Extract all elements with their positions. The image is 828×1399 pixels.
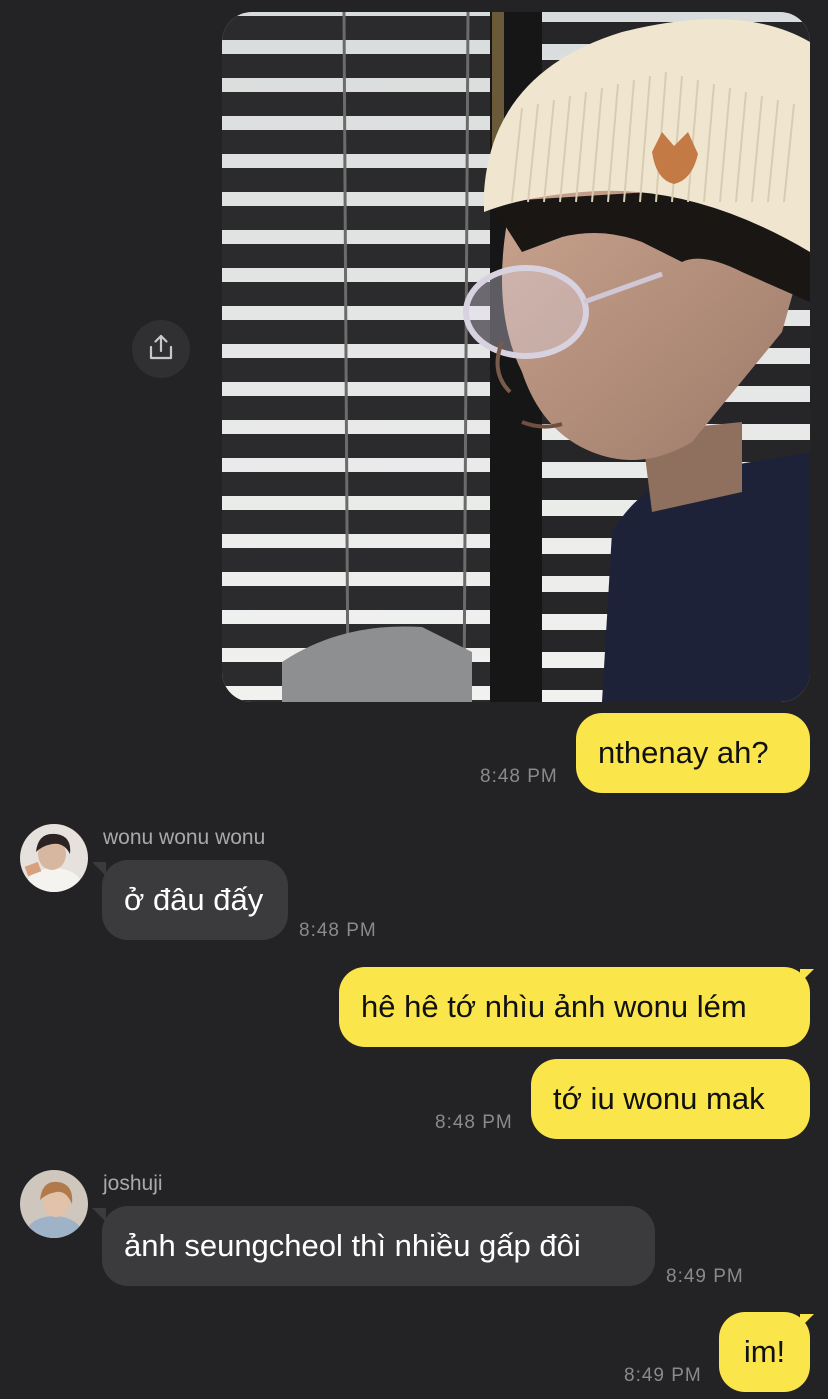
bubble-tail bbox=[800, 969, 814, 983]
timestamp: 8:49 PM bbox=[666, 1266, 744, 1287]
outgoing-message-bubble[interactable]: hê hê tớ nhìu ảnh wonu lém bbox=[339, 967, 810, 1047]
share-button[interactable] bbox=[132, 320, 190, 378]
photo-message[interactable] bbox=[222, 12, 810, 702]
message-text: tớ iu wonu mak bbox=[553, 1081, 765, 1116]
message-text: hê hê tớ nhìu ảnh wonu lém bbox=[361, 989, 747, 1024]
avatar-image bbox=[20, 1170, 88, 1238]
timestamp: 8:48 PM bbox=[435, 1112, 513, 1133]
message-text: nthenay ah? bbox=[598, 735, 769, 770]
timestamp: 8:48 PM bbox=[480, 766, 558, 787]
avatar-image bbox=[20, 824, 88, 892]
avatar[interactable] bbox=[20, 1170, 88, 1238]
bubble-tail bbox=[800, 1314, 814, 1328]
message-text: im! bbox=[743, 1334, 786, 1369]
outgoing-message-bubble[interactable]: tớ iu wonu mak bbox=[531, 1059, 810, 1139]
sender-name: joshuji bbox=[103, 1172, 163, 1195]
incoming-message-bubble[interactable]: ở đâu đấy bbox=[102, 860, 288, 940]
outgoing-message-bubble[interactable]: nthenay ah? bbox=[576, 713, 810, 793]
outgoing-message-bubble[interactable]: im! bbox=[719, 1312, 810, 1392]
sender-name: wonu wonu wonu bbox=[103, 826, 266, 849]
incoming-message-bubble[interactable]: ảnh seungcheol thì nhiều gấp đôi bbox=[102, 1206, 655, 1286]
photo-image bbox=[222, 12, 810, 702]
message-text: ở đâu đấy bbox=[124, 882, 264, 917]
share-icon bbox=[147, 333, 175, 366]
avatar[interactable] bbox=[20, 824, 88, 892]
message-text: ảnh seungcheol thì nhiều gấp đôi bbox=[124, 1228, 581, 1263]
timestamp: 8:48 PM bbox=[299, 920, 377, 941]
timestamp: 8:49 PM bbox=[624, 1365, 702, 1386]
chat-thread: 8:48 PM nthenay ah? wonu wonu wonu ở đâu… bbox=[0, 0, 828, 1399]
